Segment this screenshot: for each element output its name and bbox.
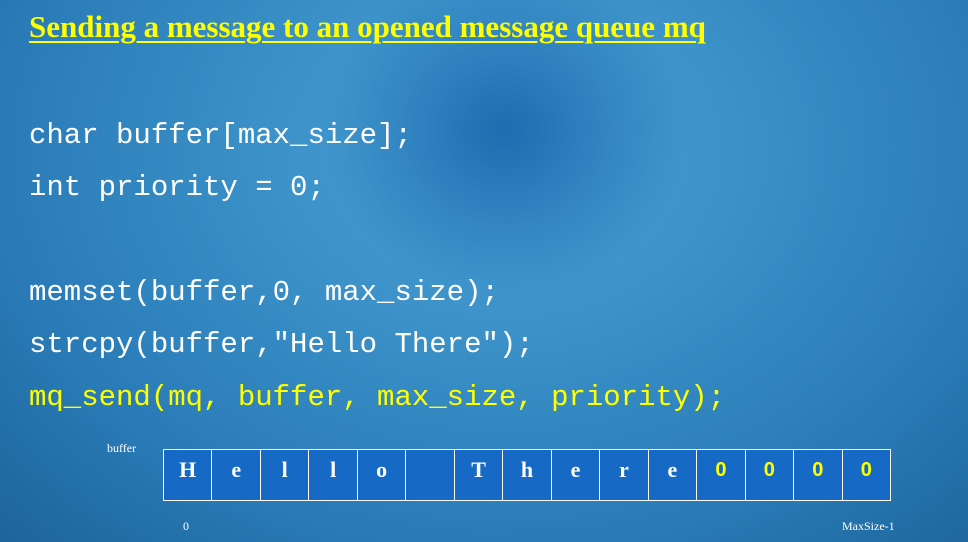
buffer-cell: o [356,450,405,500]
buffer-cell-null: 0 [744,450,793,500]
buffer-cell: e [550,450,599,500]
buffer-cells: H e l l o T h e r e 0 0 0 0 [163,449,892,501]
code-line-memset: memset(buffer,0, max_size); [29,276,499,309]
buffer-cell: e [211,450,259,500]
buffer-cell-null: 0 [841,450,892,500]
buffer-cell: e [647,450,696,500]
code-line-priority-declaration: int priority = 0; [29,171,325,204]
buffer-start-index: 0 [183,519,189,533]
buffer-cell: T [453,450,502,500]
buffer-label: buffer [107,441,137,455]
buffer-end-index: MaxSize-1 [842,519,895,533]
buffer-cell: l [308,450,356,500]
code-line-buffer-declaration: char buffer[max_size]; [29,119,412,152]
buffer-cell: H [163,450,211,500]
buffer-cell-null: 0 [696,450,744,500]
buffer-cell: h [502,450,550,500]
code-line-strcpy: strcpy(buffer,"Hello There"); [29,328,534,361]
code-line-mq-send: mq_send(mq, buffer, max_size, priority); [29,381,726,414]
buffer-cell [405,450,453,500]
buffer-cell: r [599,450,647,500]
buffer-cell: l [259,450,308,500]
slide-title: Sending a message to an opened message q… [29,9,706,44]
buffer-cell-null: 0 [793,450,841,500]
